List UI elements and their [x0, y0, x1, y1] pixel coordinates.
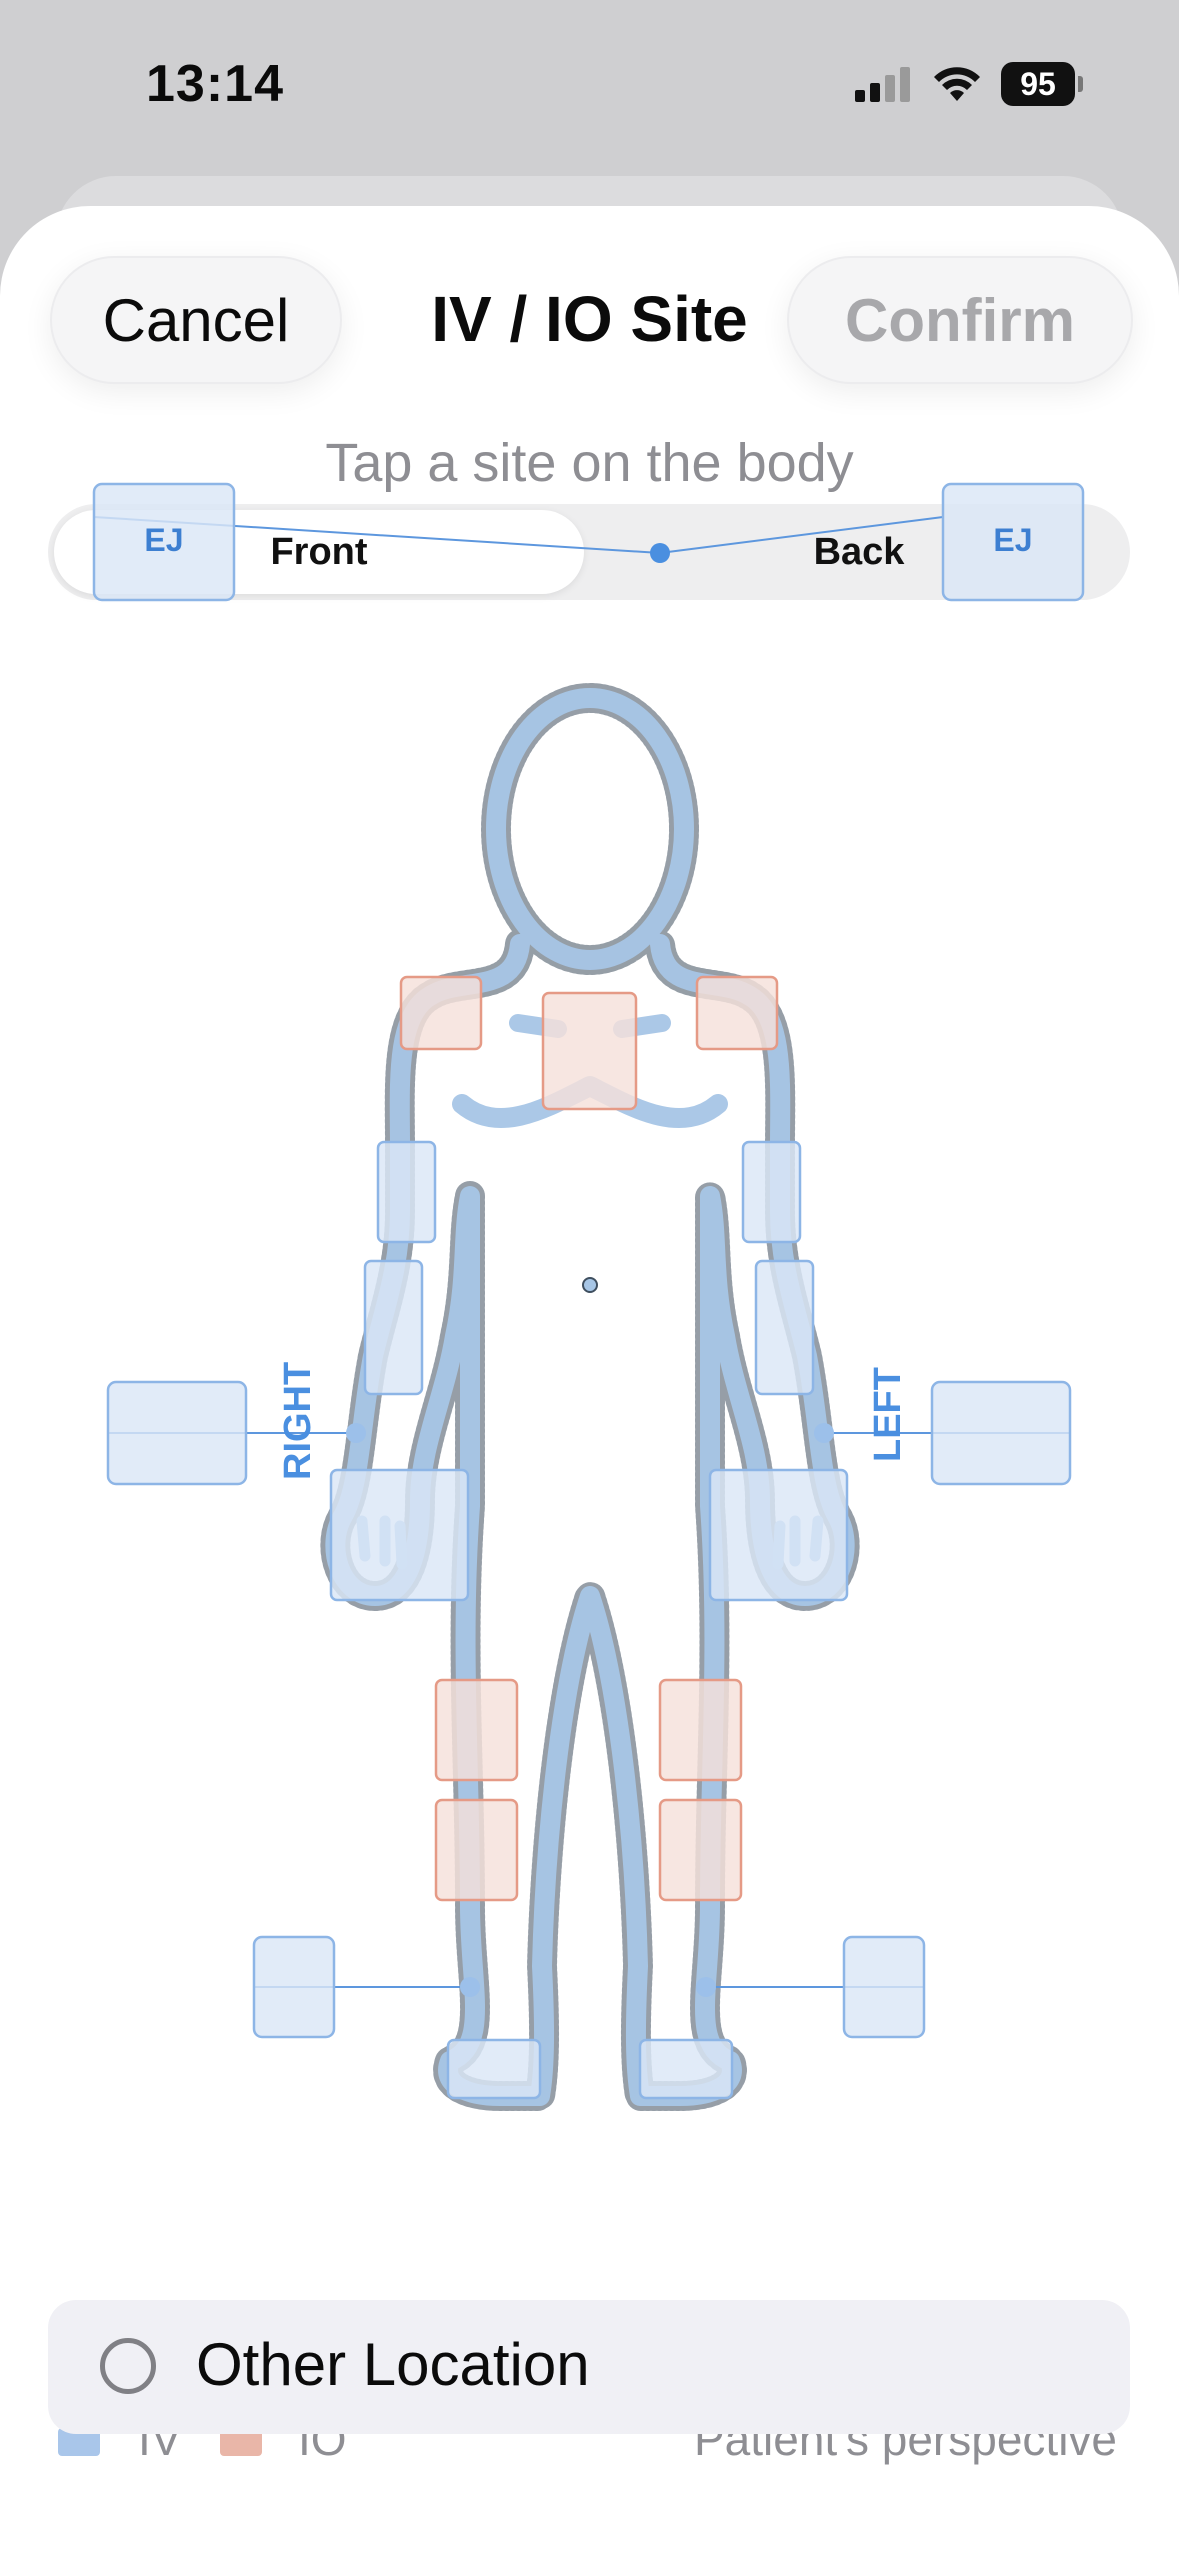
- body-outline: [320, 683, 860, 2111]
- status-time: 13:14: [146, 55, 284, 113]
- iv-io-site-sheet: Cancel IV / IO Site Confirm Tap a site o…: [0, 206, 1179, 2566]
- other-location-option[interactable]: Other Location: [48, 2300, 1130, 2434]
- iv-site-right-foot[interactable]: [446, 2038, 542, 2100]
- iv-site-left-foot[interactable]: [638, 2038, 734, 2100]
- iv-site-right-wrist[interactable]: [106, 1380, 248, 1486]
- iv-site-right-ej[interactable]: [92, 482, 236, 602]
- connector-lines: [93, 516, 1070, 1988]
- io-site-right-distal-tibia[interactable]: [434, 1798, 519, 1902]
- io-site-right-proximal-tibia[interactable]: [434, 1678, 519, 1782]
- status-bar: 13:14 95: [0, 0, 1179, 170]
- iv-site-left-forearm[interactable]: [754, 1259, 815, 1396]
- right-wrist-dot: [346, 1423, 366, 1443]
- iv-site-left-ej[interactable]: [941, 482, 1085, 602]
- io-site-left-distal-tibia[interactable]: [658, 1798, 743, 1902]
- left-side-label: LEFT: [867, 1367, 909, 1462]
- battery-icon: 95: [1001, 62, 1083, 106]
- status-icons: 95: [855, 62, 1083, 106]
- left-wrist-dot: [814, 1423, 834, 1443]
- iv-site-left-upper-arm[interactable]: [741, 1140, 802, 1244]
- io-site-right-humeral[interactable]: [399, 975, 483, 1051]
- right-ankle-dot: [460, 1977, 480, 1997]
- other-location-label: Other Location: [196, 2331, 590, 2398]
- iv-site-left-ankle[interactable]: [842, 1935, 926, 2039]
- io-site-left-proximal-tibia[interactable]: [658, 1678, 743, 1782]
- iv-site-right-ankle[interactable]: [252, 1935, 336, 2039]
- iv-site-right-forearm[interactable]: [363, 1259, 424, 1396]
- radio-unselected-icon[interactable]: [100, 2338, 156, 2394]
- iv-site-left-wrist[interactable]: [930, 1380, 1072, 1486]
- io-site-left-humeral[interactable]: [695, 975, 779, 1051]
- confirm-button[interactable]: Confirm: [787, 256, 1133, 384]
- wifi-icon: [934, 67, 980, 101]
- iv-site-right-hand[interactable]: [329, 1468, 470, 1602]
- iv-site-left-hand[interactable]: [708, 1468, 849, 1602]
- left-ankle-dot: [696, 1977, 716, 1997]
- iv-site-right-upper-arm[interactable]: [376, 1140, 437, 1244]
- right-side-label: RIGHT: [277, 1362, 319, 1480]
- cellular-signal-icon: [855, 67, 910, 102]
- io-site-sternal[interactable]: [541, 991, 638, 1111]
